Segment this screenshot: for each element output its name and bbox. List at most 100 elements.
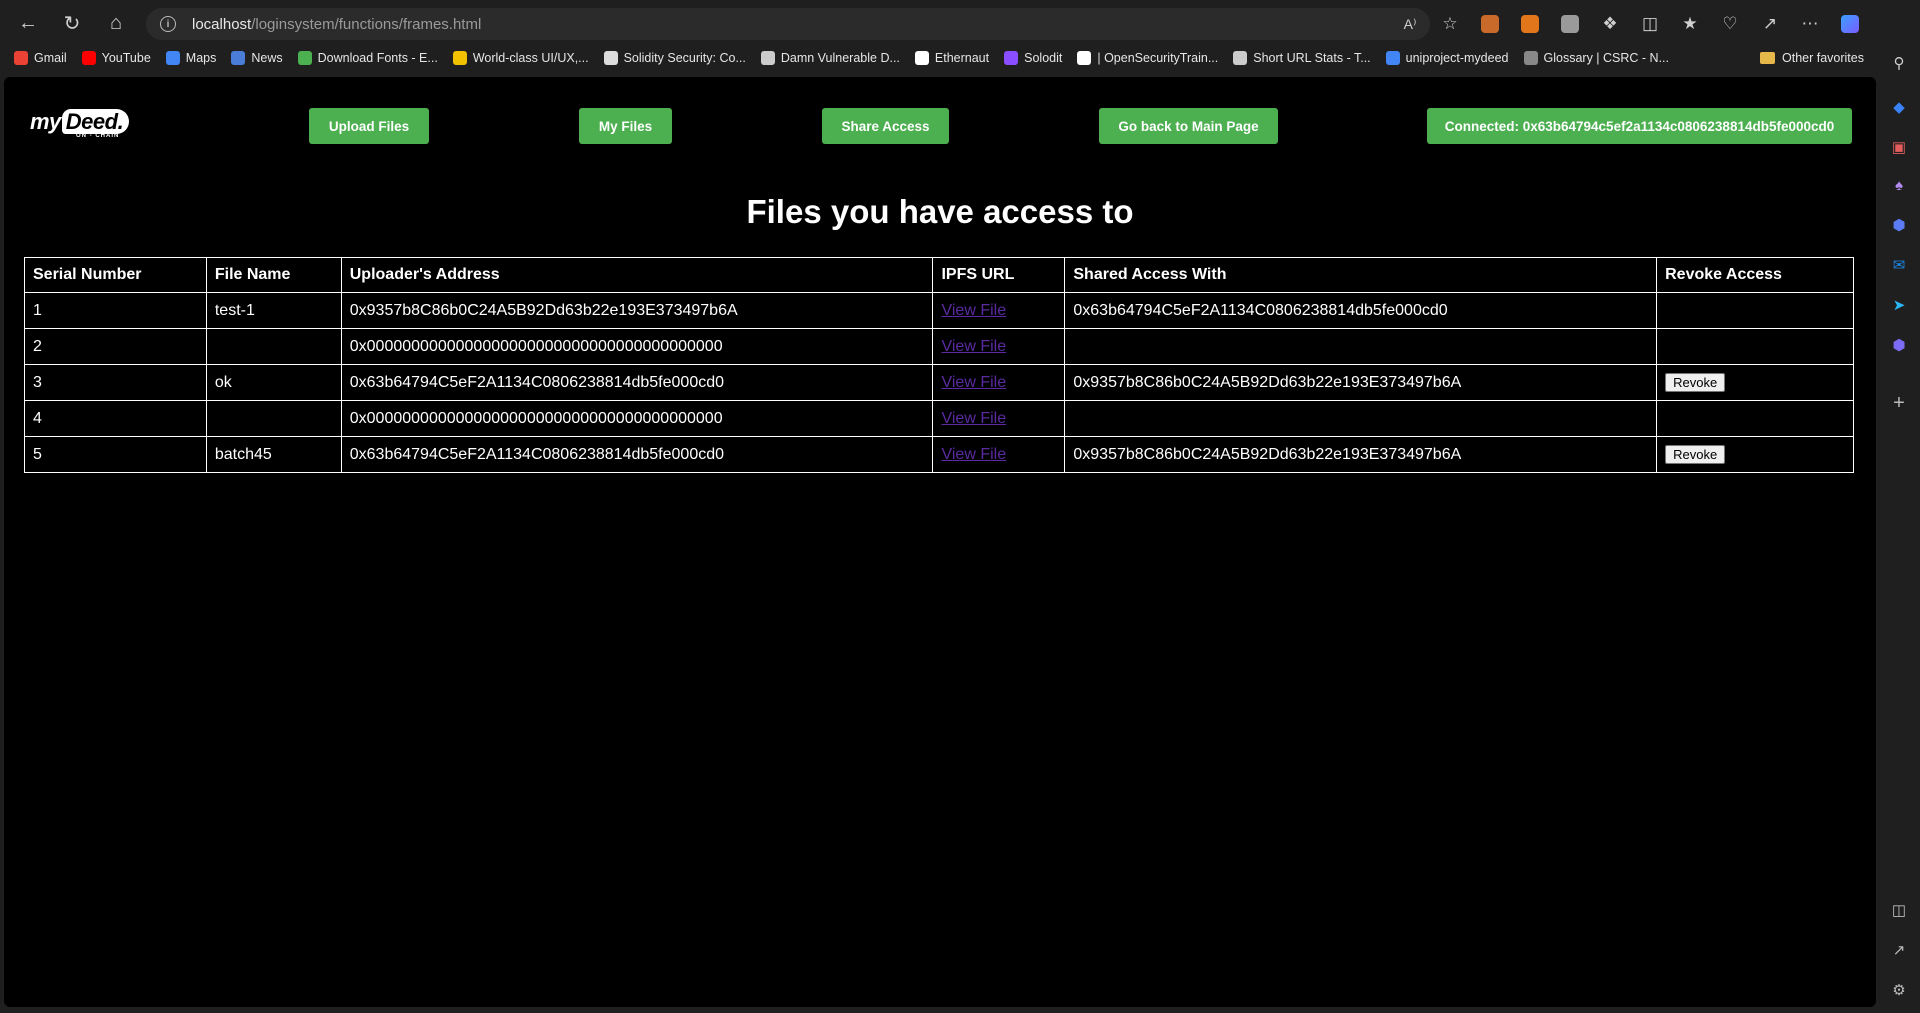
browser-essentials-icon[interactable]: ♡ bbox=[1710, 8, 1750, 40]
leaf-icon bbox=[297, 51, 312, 65]
my-files-button[interactable]: My Files bbox=[579, 108, 672, 144]
bookmark-item[interactable]: Solodit bbox=[1004, 51, 1062, 65]
file-name-cell: ok bbox=[205, 364, 342, 401]
bookmark-label: Maps bbox=[185, 51, 217, 65]
bookmark-item[interactable]: Short URL Stats - T... bbox=[1233, 51, 1371, 65]
back-icon[interactable]: ← bbox=[10, 6, 46, 42]
file-name-cell bbox=[205, 400, 342, 437]
serial-cell: 3 bbox=[24, 364, 207, 401]
add-icon[interactable]: + bbox=[1889, 392, 1909, 414]
gmail-icon bbox=[14, 51, 28, 65]
logo-my: my bbox=[30, 109, 61, 134]
more-menu-icon[interactable]: ⋯ bbox=[1790, 8, 1830, 40]
upload-files-button[interactable]: Upload Files bbox=[309, 108, 429, 144]
key-icon bbox=[603, 51, 618, 65]
view-file-link[interactable]: View File bbox=[941, 338, 1006, 355]
uploader-address-cell: 0x63b64794C5eF2A1134C0806238814db5fe000c… bbox=[340, 436, 934, 473]
bookmark-item[interactable]: Gmail bbox=[14, 51, 67, 65]
shopping-icon[interactable]: ◆ bbox=[1889, 97, 1909, 117]
office-icon[interactable]: ⬢ bbox=[1889, 215, 1909, 235]
games-icon[interactable]: ♠ bbox=[1889, 175, 1909, 195]
bookmark-item[interactable]: World-class UI/UX,... bbox=[452, 51, 589, 65]
column-header: IPFS URL bbox=[932, 257, 1066, 293]
share-icon[interactable]: ↗ bbox=[1750, 8, 1790, 40]
share-access-button[interactable]: Share Access bbox=[822, 108, 949, 144]
page-title: Files you have access to bbox=[746, 193, 1134, 230]
serial-cell: 5 bbox=[24, 436, 207, 473]
send-icon[interactable]: ➤ bbox=[1889, 295, 1909, 315]
uploader-address-cell: 0x00000000000000000000000000000000000000… bbox=[340, 328, 934, 365]
serial-cell: 1 bbox=[24, 292, 207, 329]
bookmarks-bar: Gmail YouTube Maps News Download Fonts - E..… bbox=[0, 47, 1880, 69]
revoke-cell bbox=[1656, 328, 1854, 365]
bookmark-label: News bbox=[251, 51, 283, 65]
bookmark-label: | OpenSecurityTrain... bbox=[1097, 51, 1219, 65]
ipfs-url-cell: View File bbox=[932, 328, 1066, 365]
browser-actions: A⁾ ☆ ❖ ◫ ★ ♡ ↗ ⋯ bbox=[1390, 8, 1870, 40]
view-file-link[interactable]: View File bbox=[941, 302, 1006, 319]
revoke-button[interactable]: Revoke bbox=[1665, 445, 1726, 464]
ipfs-url-cell: View File bbox=[932, 400, 1066, 437]
split-screen-icon[interactable]: ◫ bbox=[1630, 8, 1670, 40]
other-favorites-label: Other favorites bbox=[1782, 51, 1864, 65]
other-favorites[interactable]: Other favorites bbox=[1760, 47, 1864, 69]
column-header: Revoke Access bbox=[1656, 257, 1854, 293]
mydeed-logo[interactable]: my Deed. ON - CHAIN bbox=[30, 109, 130, 139]
bookmark-item[interactable]: | OpenSecurityTrain... bbox=[1077, 51, 1218, 65]
view-file-link[interactable]: View File bbox=[941, 446, 1006, 463]
page-viewport: my Deed. ON - CHAIN Upload Files My Files… bbox=[4, 77, 1876, 1007]
refresh-icon[interactable]: ↻ bbox=[54, 6, 90, 42]
search-icon[interactable]: ⚲ bbox=[1889, 53, 1909, 73]
column-header: Uploader's Address bbox=[340, 257, 934, 293]
bookmark-item[interactable]: Download Fonts - E... bbox=[297, 51, 438, 65]
table-row: 1 test-1 0x9357b8C86b0C24A5B92Dd63b22e19… bbox=[24, 292, 1854, 329]
metamask-icon[interactable] bbox=[1510, 8, 1550, 40]
table-row: 2 0x000000000000000000000000000000000000… bbox=[24, 328, 1854, 365]
files-table: Serial Number File Name Uploader's Addre… bbox=[24, 257, 1854, 473]
favorites-icon[interactable]: ★ bbox=[1670, 8, 1710, 40]
view-file-link[interactable]: View File bbox=[941, 374, 1006, 391]
column-header: Serial Number bbox=[24, 257, 207, 293]
revoke-button[interactable]: Revoke bbox=[1665, 373, 1726, 392]
main-page-button[interactable]: Go back to Main Page bbox=[1099, 108, 1278, 144]
sidebar-toggle-icon[interactable]: ◫ bbox=[1889, 900, 1909, 920]
tools-icon[interactable]: ▣ bbox=[1889, 137, 1909, 157]
home-icon[interactable]: ⌂ bbox=[98, 6, 134, 42]
extension-icon[interactable] bbox=[1550, 8, 1590, 40]
uploader-address-cell: 0x00000000000000000000000000000000000000… bbox=[340, 400, 934, 437]
shared-with-cell: 0x9357b8C86b0C24A5B92Dd63b22e193E373497b… bbox=[1064, 364, 1658, 401]
site-info-icon[interactable]: i bbox=[160, 16, 176, 32]
table-row: 5 batch45 0x63b64794C5eF2A1134C080623881… bbox=[24, 436, 1854, 473]
bookmark-label: Gmail bbox=[34, 51, 67, 65]
connected-wallet-button[interactable]: Connected: 0x63b64794c5ef2a1134c08062388… bbox=[1427, 108, 1852, 144]
bookmark-item[interactable]: YouTube bbox=[81, 51, 151, 65]
bookmark-item[interactable]: Solidity Security: Co... bbox=[603, 51, 746, 65]
address-bar[interactable]: i localhost/loginsystem/functions/frames… bbox=[146, 8, 1430, 40]
bookmark-item[interactable]: Ethernaut bbox=[914, 51, 989, 65]
bookmark-item[interactable]: uniproject-mydeed bbox=[1385, 51, 1509, 65]
news-icon bbox=[231, 51, 246, 65]
bookmark-label: Solodit bbox=[1024, 51, 1063, 65]
settings-gear-icon[interactable]: ⚙ bbox=[1889, 980, 1909, 1000]
bookmark-label: Damn Vulnerable D... bbox=[780, 51, 900, 65]
favorite-star-icon[interactable]: ☆ bbox=[1430, 8, 1470, 40]
read-aloud-icon[interactable]: A⁾ bbox=[1390, 8, 1430, 40]
bookmark-item[interactable]: Glossary | CSRC - N... bbox=[1523, 51, 1669, 65]
ipfs-url-cell: View File bbox=[932, 364, 1066, 401]
bookmark-item[interactable]: Maps bbox=[165, 51, 217, 65]
extension-badge-icon[interactable] bbox=[1470, 8, 1510, 40]
view-file-link[interactable]: View File bbox=[941, 410, 1006, 427]
extensions-puzzle-icon[interactable]: ❖ bbox=[1590, 8, 1630, 40]
open-external-icon[interactable]: ↗ bbox=[1889, 940, 1909, 960]
shared-with-cell bbox=[1064, 328, 1658, 365]
ethernaut-icon bbox=[914, 51, 929, 65]
crown-icon bbox=[452, 51, 467, 65]
designer-icon[interactable]: ⬢ bbox=[1889, 335, 1909, 355]
bookmark-item[interactable]: Damn Vulnerable D... bbox=[760, 51, 900, 65]
ipfs-url-cell: View File bbox=[932, 292, 1066, 329]
bookmark-item[interactable]: News bbox=[231, 51, 283, 65]
file-name-cell bbox=[205, 328, 342, 365]
tree-icon bbox=[1233, 51, 1248, 65]
copilot-icon[interactable] bbox=[1830, 8, 1870, 40]
outlook-icon[interactable]: ✉ bbox=[1889, 255, 1909, 275]
